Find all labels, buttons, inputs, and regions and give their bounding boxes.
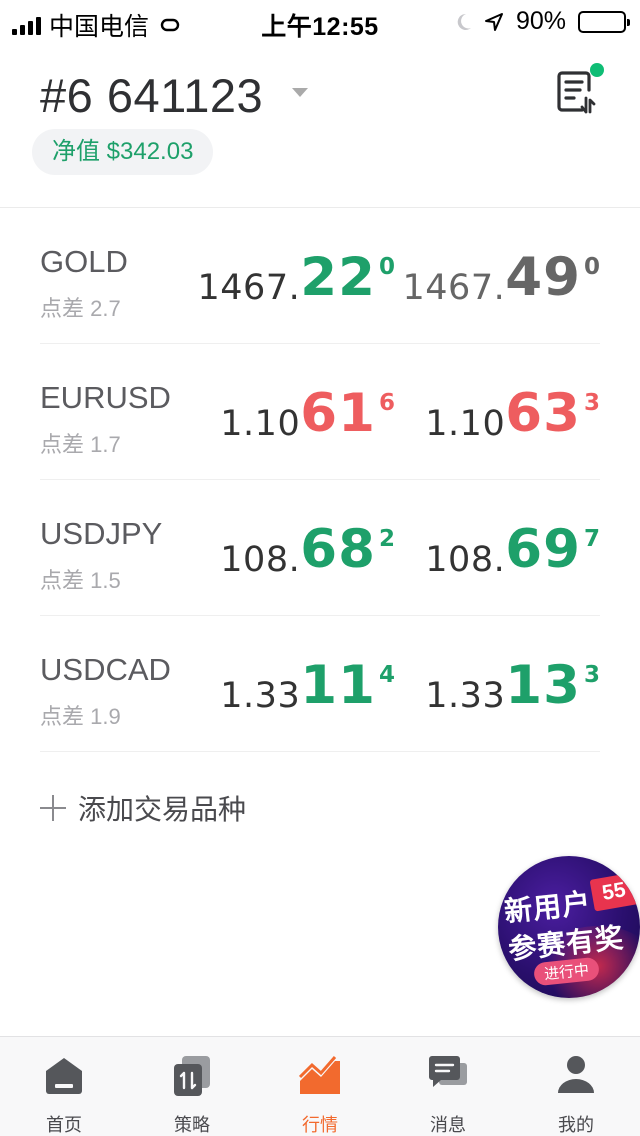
order-list-button[interactable] <box>556 63 604 114</box>
message-icon <box>429 1056 467 1087</box>
tab-strategy[interactable]: 策略 <box>128 1037 256 1136</box>
bid-price-pips: 68 <box>300 519 376 580</box>
battery-icon <box>578 10 630 33</box>
ask-price-main: 1.10 <box>425 404 506 444</box>
tab-market-label: 行情 <box>302 1115 338 1135</box>
bid-price-fraction: 2 <box>378 526 395 552</box>
bid-price[interactable]: 1.10 61 6 <box>220 382 395 444</box>
tab-home-label: 首页 <box>46 1115 82 1135</box>
bid-price-fraction: 0 <box>378 254 395 280</box>
ask-price-main: 108. <box>425 540 506 580</box>
tab-me[interactable]: 我的 <box>512 1037 640 1136</box>
ask-price-pips: 69 <box>505 519 581 580</box>
quote-row-gold[interactable]: GOLD 点差 2.7 1467. 22 0 1467. 49 0 <box>40 208 600 344</box>
ask-price[interactable]: 1.10 63 3 <box>425 382 600 444</box>
tab-messages-label: 消息 <box>430 1115 466 1135</box>
symbol-label: USDCAD <box>40 652 171 687</box>
ask-price-fraction: 3 <box>583 390 600 416</box>
tab-strategy-label: 策略 <box>174 1115 210 1135</box>
tab-market[interactable]: 行情 <box>256 1037 384 1136</box>
ask-price-pips: 13 <box>505 655 581 716</box>
ask-price[interactable]: 108. 69 7 <box>425 518 600 580</box>
bid-price-main: 1.10 <box>220 404 301 444</box>
ask-price-fraction: 0 <box>583 254 600 280</box>
ask-price[interactable]: 1467. 49 0 <box>403 246 600 308</box>
strategy-icon <box>174 1056 210 1096</box>
bid-price-pips: 11 <box>300 655 376 716</box>
ask-price-pips: 63 <box>505 383 581 444</box>
bid-price-main: 1.33 <box>220 676 301 716</box>
spread-label: 点差 2.7 <box>40 296 121 321</box>
bid-price[interactable]: 108. 68 2 <box>220 518 395 580</box>
bid-price-fraction: 6 <box>378 390 395 416</box>
new-user-contest-badge[interactable]: 55 新用户 参赛有奖 进行中 <box>498 856 640 998</box>
quote-row-usdjpy[interactable]: USDJPY 点差 1.5 108. 68 2 108. 69 7 <box>40 480 600 616</box>
tab-messages[interactable]: 消息 <box>384 1037 512 1136</box>
quote-row-usdcad[interactable]: USDCAD 点差 1.9 1.33 11 4 1.33 13 3 <box>40 616 600 752</box>
ask-price-pips: 49 <box>505 247 581 308</box>
chevron-down-icon[interactable] <box>292 88 308 97</box>
tab-me-label: 我的 <box>558 1115 594 1135</box>
location-arrow-icon <box>484 12 503 31</box>
bid-price[interactable]: 1.33 11 4 <box>220 654 395 716</box>
plus-icon <box>40 795 66 821</box>
equity-badge: 净值 $342.03 <box>32 129 214 175</box>
ask-price-fraction: 3 <box>583 662 600 688</box>
bid-price-main: 108. <box>220 540 301 580</box>
bid-price[interactable]: 1467. 22 0 <box>198 246 395 308</box>
bid-price-pips: 22 <box>300 247 376 308</box>
account-number[interactable]: #6 641123 <box>40 68 263 123</box>
user-icon <box>558 1056 594 1093</box>
notification-dot <box>590 63 604 77</box>
battery-percent: 90% <box>515 7 566 35</box>
moon-icon <box>457 13 471 30</box>
market-chart-icon <box>299 1056 340 1094</box>
add-instrument-label: 添加交易品种 <box>78 794 247 825</box>
ask-price-fraction: 7 <box>583 526 600 552</box>
order-list-icon <box>557 71 596 114</box>
symbol-label: GOLD <box>40 244 128 279</box>
promo-number: 55 <box>589 872 639 912</box>
bid-price-pips: 61 <box>300 383 376 444</box>
spread-label: 点差 1.5 <box>40 568 121 593</box>
symbol-label: USDJPY <box>40 516 163 551</box>
ask-price[interactable]: 1.33 13 3 <box>425 654 600 716</box>
spread-label: 点差 1.7 <box>40 432 121 457</box>
tab-home[interactable]: 首页 <box>0 1037 128 1136</box>
spread-label: 点差 1.9 <box>40 704 121 729</box>
ask-price-main: 1.33 <box>425 676 506 716</box>
status-bar: 中国电信 上午12:55 90% <box>0 0 640 41</box>
bottom-tab-bar: 首页 策略 行情 消息 我的 <box>0 1036 640 1136</box>
home-icon <box>46 1058 82 1094</box>
symbol-label: EURUSD <box>40 380 171 415</box>
quote-row-eurusd[interactable]: EURUSD 点差 1.7 1.10 61 6 1.10 63 3 <box>40 344 600 480</box>
ask-price-main: 1467. <box>402 268 506 308</box>
bid-price-fraction: 4 <box>378 662 395 688</box>
add-instrument-button[interactable]: 添加交易品种 <box>40 788 246 828</box>
status-right: 90% <box>454 7 630 36</box>
bid-price-main: 1467. <box>197 268 301 308</box>
